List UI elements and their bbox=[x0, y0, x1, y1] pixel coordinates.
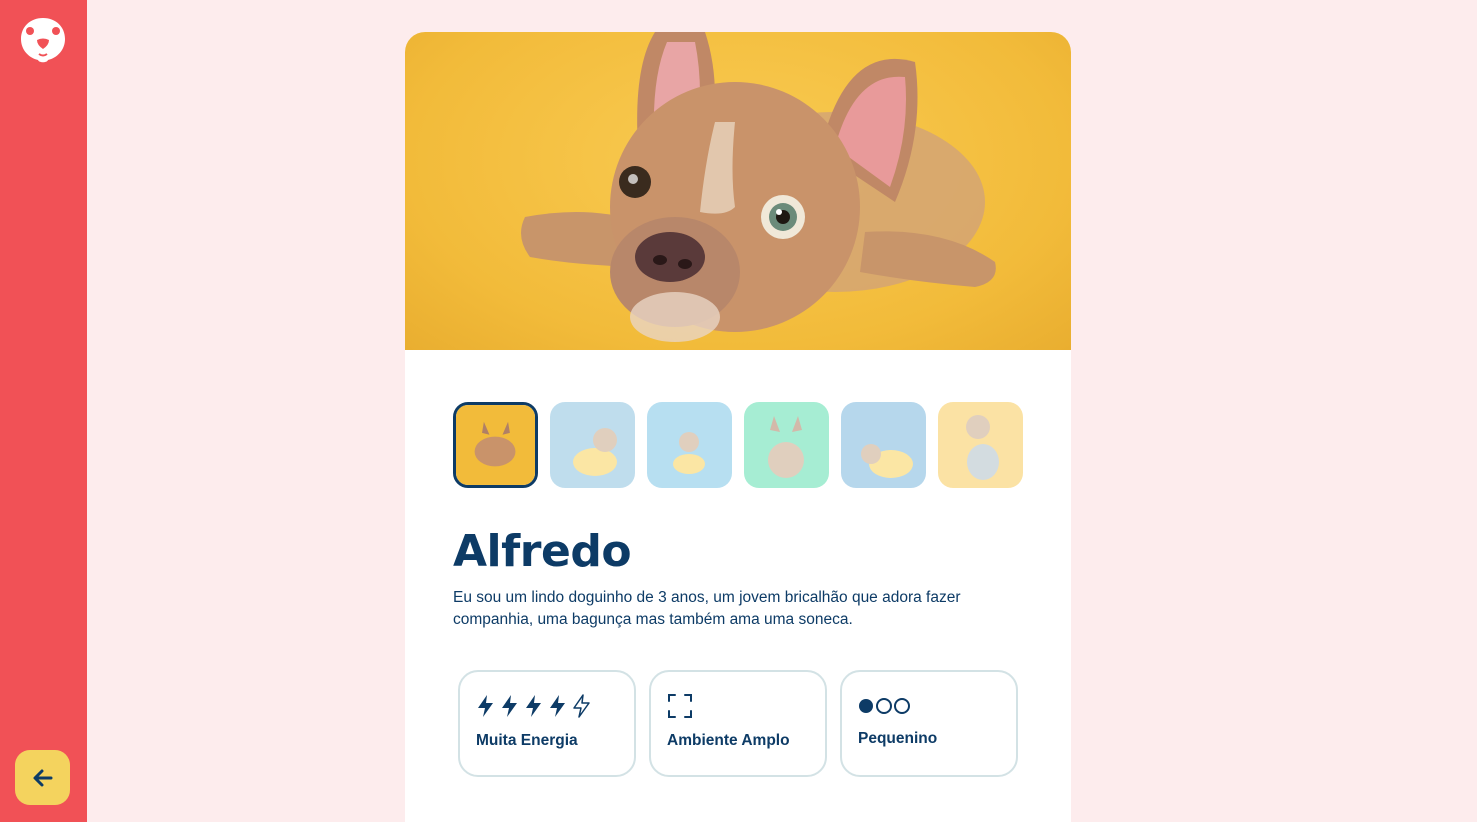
size-label: Pequenino bbox=[858, 730, 938, 747]
lightning-icon bbox=[502, 695, 517, 717]
sidebar bbox=[0, 0, 87, 822]
thumbnail-3[interactable] bbox=[647, 402, 732, 488]
thumbnail-5[interactable] bbox=[841, 402, 926, 488]
pet-name: Alfredo bbox=[453, 526, 632, 577]
photo-thumbnails bbox=[453, 402, 1023, 488]
feature-environment: Ambiente Amplo bbox=[649, 670, 827, 777]
pet-features: Muita Energia Ambiente Amplo Pequenino bbox=[458, 670, 1018, 777]
environment-icon-wrap bbox=[667, 692, 809, 720]
dog-face-logo-icon[interactable] bbox=[20, 16, 66, 64]
feature-size: Pequenino bbox=[840, 670, 1018, 777]
thumbnail-6[interactable] bbox=[938, 402, 1023, 488]
pet-details-card: Alfredo Eu sou um lindo doguinho de 3 an… bbox=[405, 32, 1071, 822]
lightning-icon bbox=[550, 695, 565, 717]
circle-outline-icon bbox=[894, 698, 910, 714]
back-button[interactable] bbox=[15, 750, 70, 805]
expand-icon bbox=[668, 694, 692, 718]
lightning-icon bbox=[526, 695, 541, 717]
pet-main-photo bbox=[405, 32, 1071, 350]
size-level bbox=[858, 692, 1000, 720]
thumbnail-4[interactable] bbox=[744, 402, 829, 488]
environment-label: Ambiente Amplo bbox=[667, 732, 790, 749]
thumbnail-1[interactable] bbox=[453, 402, 538, 488]
lightning-icon bbox=[478, 695, 493, 717]
arrow-left-icon bbox=[33, 769, 52, 786]
energy-level bbox=[476, 692, 618, 720]
feature-energy: Muita Energia bbox=[458, 670, 636, 777]
thumbnail-2[interactable] bbox=[550, 402, 635, 488]
circle-icon bbox=[859, 699, 873, 713]
circle-outline-icon bbox=[876, 698, 892, 714]
lightning-outline-icon bbox=[573, 694, 590, 718]
energy-label: Muita Energia bbox=[476, 732, 578, 749]
pet-description: Eu sou um lindo doguinho de 3 anos, um j… bbox=[453, 589, 961, 628]
